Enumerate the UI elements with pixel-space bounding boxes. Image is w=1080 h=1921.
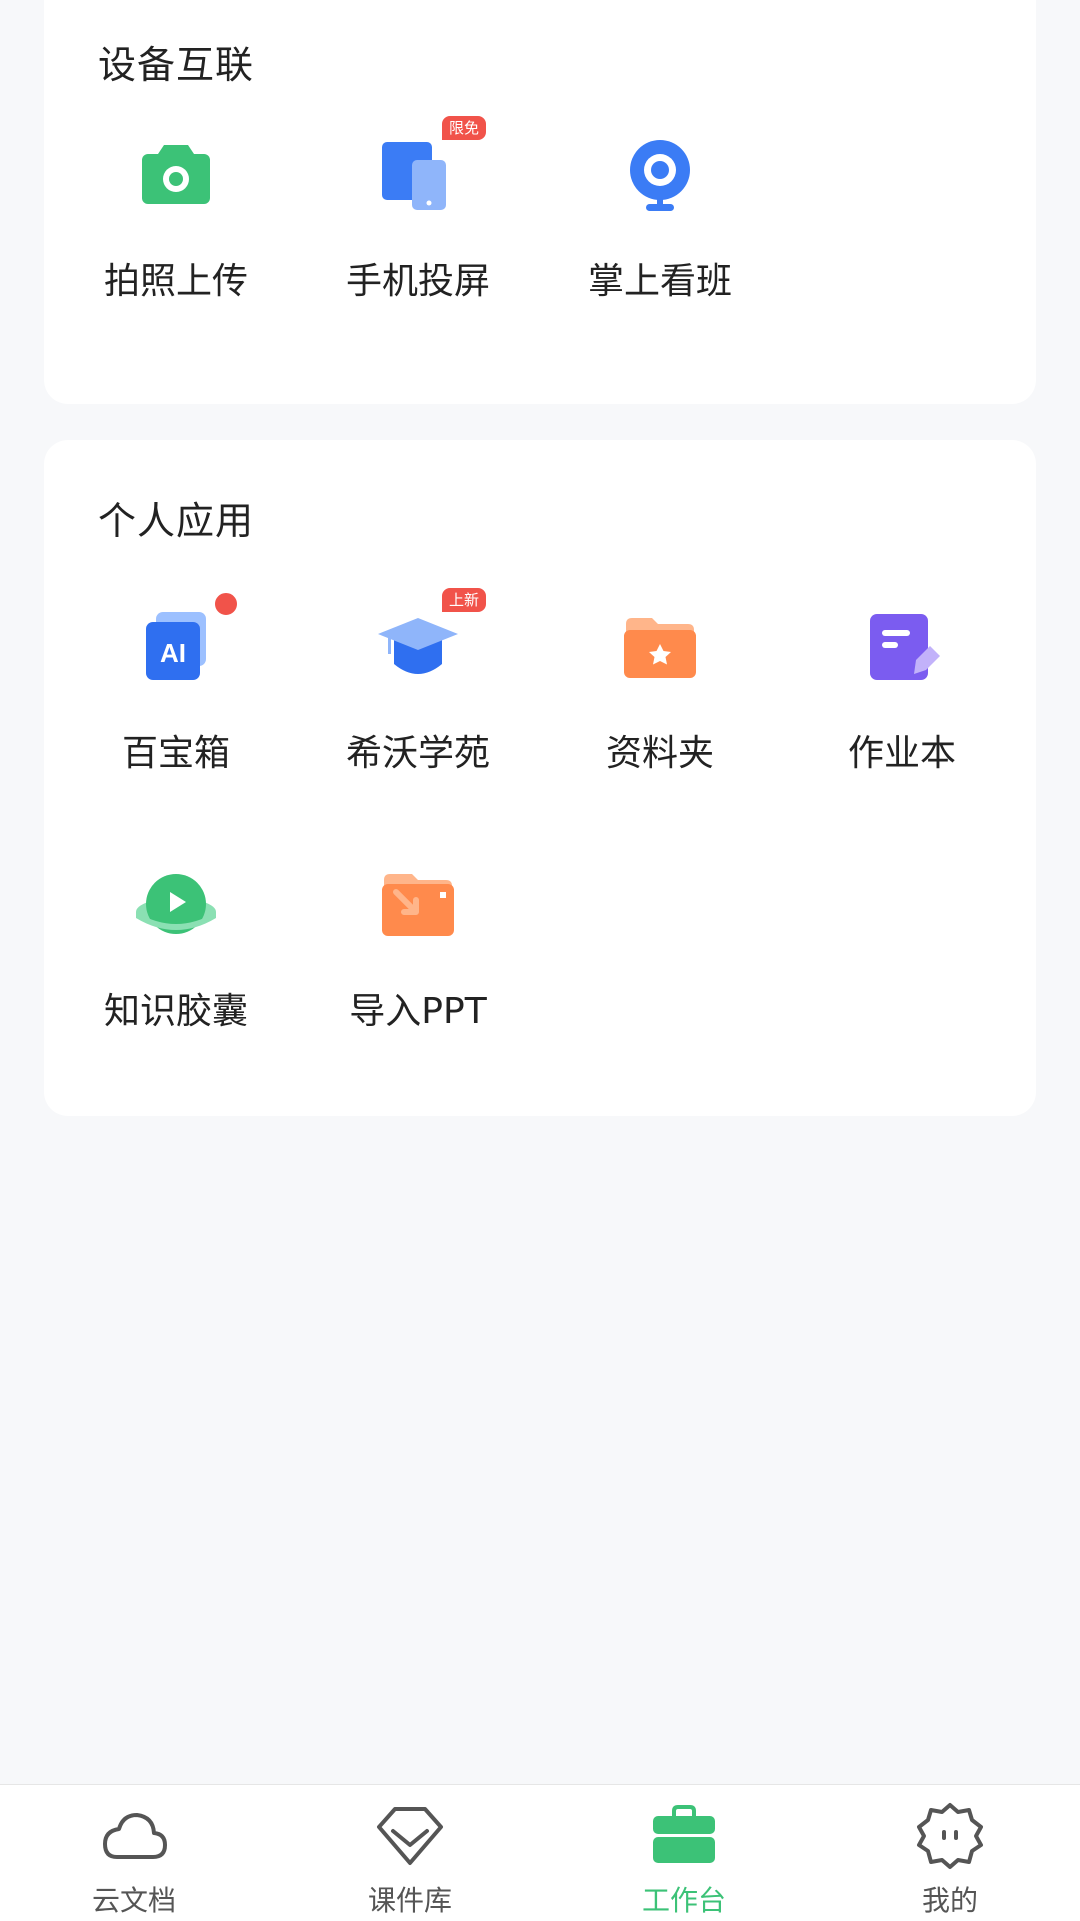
section-title-devices: 设备互联	[98, 43, 255, 87]
import-ppt-icon	[370, 858, 466, 954]
app-label: 导入PPT	[349, 991, 487, 1032]
app-label: 百宝箱	[121, 733, 230, 774]
app-label: 拍照上传	[103, 261, 248, 302]
ai-toolbox-icon: AI	[128, 590, 240, 696]
app-label: 希沃学苑	[345, 733, 490, 774]
badge-new: 上新	[439, 586, 488, 614]
tab-label: 工作台	[641, 1884, 726, 1917]
app-photo-upload[interactable]: 拍照上传	[76, 128, 276, 318]
svg-text:AI: AI	[160, 638, 186, 668]
tab-label: 云文档	[91, 1884, 176, 1917]
app-knowledge-capsule[interactable]: 知识胶囊	[76, 858, 276, 1048]
section-title-personal: 个人应用	[98, 499, 255, 543]
app-label: 手机投屏	[345, 261, 490, 302]
app-import-ppt[interactable]: 导入PPT	[318, 858, 518, 1048]
homework-notebook-icon	[854, 600, 950, 696]
app-label: 掌上看班	[587, 261, 732, 302]
tab-label: 课件库	[367, 1884, 452, 1917]
screen-cast-icon: 限免	[370, 114, 488, 224]
app-label: 资料夹	[605, 733, 714, 774]
star-folder-icon	[612, 600, 708, 696]
tab-label: 我的	[921, 1884, 978, 1917]
app-label: 作业本	[847, 733, 956, 774]
knowledge-capsule-icon	[128, 858, 224, 954]
app-toolbox[interactable]: AI 百宝箱	[76, 590, 276, 790]
app-material-folder[interactable]: 资料夹	[560, 600, 760, 790]
tab-courseware-library[interactable]: 课件库	[310, 1785, 510, 1921]
profile-face-icon	[913, 1799, 987, 1873]
device-interconnect-card: 设备互联 拍照上传 限免 手机投屏 掌上看班	[44, 0, 1036, 404]
tab-cloud-docs[interactable]: 云文档	[34, 1785, 234, 1921]
app-label: 知识胶囊	[103, 991, 248, 1032]
graduation-cap-icon: 上新	[370, 586, 488, 696]
app-screen-cast[interactable]: 限免 手机投屏	[318, 114, 518, 318]
app-seewo-academy[interactable]: 上新 希沃学苑	[318, 586, 518, 790]
webcam-icon	[612, 128, 708, 224]
camera-icon	[128, 128, 224, 224]
diamond-icon	[373, 1799, 447, 1873]
bottom-tab-bar: 云文档 课件库 工作台 我的	[0, 1784, 1080, 1921]
badge-limited-free: 限免	[439, 114, 488, 142]
notification-dot	[212, 590, 240, 618]
tab-workbench[interactable]: 工作台	[584, 1785, 784, 1921]
cloud-icon	[97, 1799, 171, 1873]
tab-profile[interactable]: 我的	[850, 1785, 1050, 1921]
app-class-watch[interactable]: 掌上看班	[560, 128, 760, 318]
personal-apps-card: 个人应用 AI 百宝箱 上新 希沃学苑 资料夹 作业本 知识胶囊 导入PPT	[44, 440, 1036, 1116]
app-homework[interactable]: 作业本	[802, 600, 1002, 790]
briefcase-icon	[647, 1799, 721, 1873]
